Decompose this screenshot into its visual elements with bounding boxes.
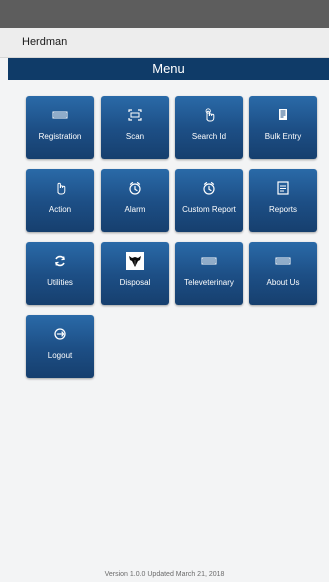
app-bar: Herdman [0, 28, 329, 58]
menu-header: Menu [8, 58, 329, 80]
tile-label-registration: Registration [38, 132, 82, 141]
barcode-icon [200, 252, 218, 270]
alarm-button[interactable]: Alarm [101, 169, 169, 232]
tile-label-scan: Scan [125, 132, 145, 141]
tile-label-custom-report: Custom Report [182, 205, 236, 214]
tile-label-utilities: Utilities [47, 278, 73, 287]
refresh-icon [51, 252, 69, 270]
status-bar [0, 0, 329, 28]
tile-label-bulk-entry: Bulk Entry [264, 132, 302, 141]
tap-icon [200, 106, 218, 124]
alarm-icon [126, 179, 144, 197]
menu-grid: Registration Scan Search Id Bulk Entry A… [26, 96, 320, 396]
cow-icon [126, 252, 144, 270]
bulk-entry-icon [274, 106, 292, 124]
tile-label-televeterinary: Televeterinary [184, 278, 234, 287]
tile-label-action: Action [48, 205, 72, 214]
tile-label-reports: Reports [268, 205, 297, 214]
tile-label-about-us: About Us [266, 278, 300, 287]
logout-button[interactable]: Logout [26, 315, 94, 378]
reports-button[interactable]: Reports [249, 169, 317, 232]
hand-icon [51, 179, 69, 197]
bulk-entry-button[interactable]: Bulk Entry [249, 96, 317, 159]
action-button[interactable]: Action [26, 169, 94, 232]
logout-icon [51, 325, 69, 343]
televeterinary-button[interactable]: Televeterinary [175, 242, 243, 305]
tile-label-disposal: Disposal [119, 278, 151, 287]
search-id-button[interactable]: Search Id [175, 96, 243, 159]
disposal-button[interactable]: Disposal [101, 242, 169, 305]
tile-label-logout: Logout [47, 351, 73, 360]
scan-icon [126, 106, 144, 124]
alarm-icon [200, 179, 218, 197]
barcode-icon [274, 252, 292, 270]
utilities-button[interactable]: Utilities [26, 242, 94, 305]
tile-label-search-id: Search Id [191, 132, 227, 141]
custom-report-button[interactable]: Custom Report [175, 169, 243, 232]
tile-label-alarm: Alarm [124, 205, 146, 214]
report-icon [274, 179, 292, 197]
app-title: Herdman [22, 36, 68, 48]
about-us-button[interactable]: About Us [249, 242, 317, 305]
barcode-icon [51, 106, 69, 124]
scan-button[interactable]: Scan [101, 96, 169, 159]
version-footer: Version 1.0.0 Updated March 21, 2018 [104, 571, 225, 578]
registration-button[interactable]: Registration [26, 96, 94, 159]
